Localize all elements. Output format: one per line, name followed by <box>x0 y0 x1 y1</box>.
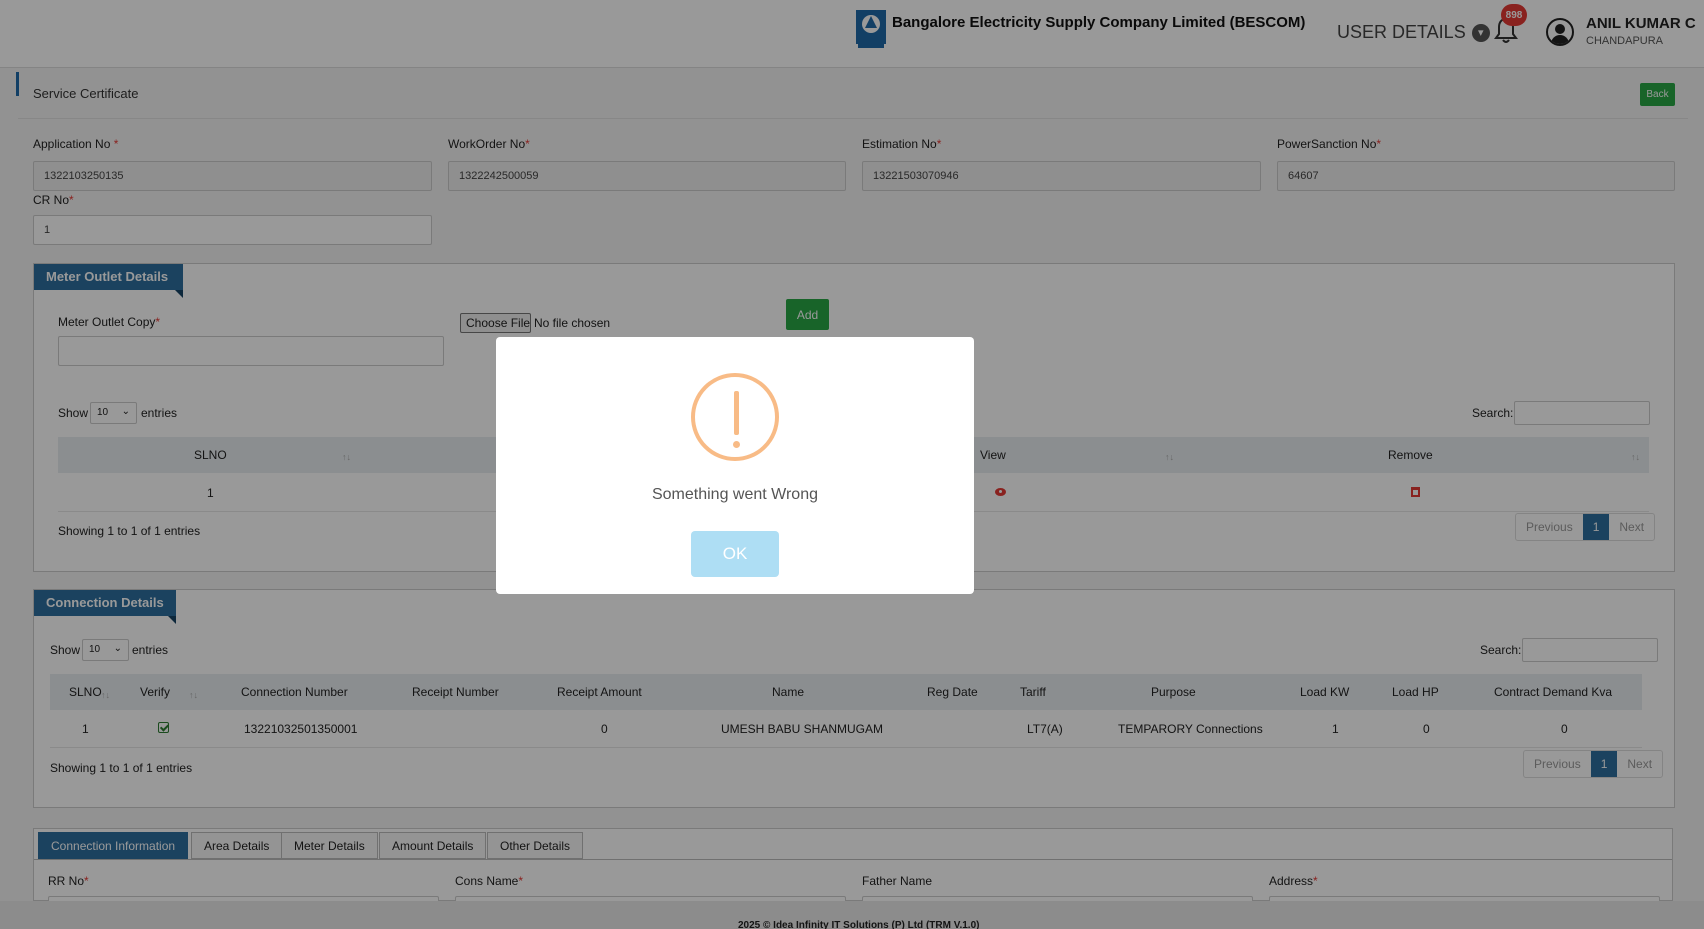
warning-icon <box>691 373 779 461</box>
error-dialog: Something went Wrong OK <box>496 337 974 594</box>
dialog-message: Something went Wrong <box>651 486 818 503</box>
ok-button[interactable]: OK <box>691 531 779 577</box>
warning-dot <box>733 441 740 448</box>
warning-bar <box>734 391 739 435</box>
